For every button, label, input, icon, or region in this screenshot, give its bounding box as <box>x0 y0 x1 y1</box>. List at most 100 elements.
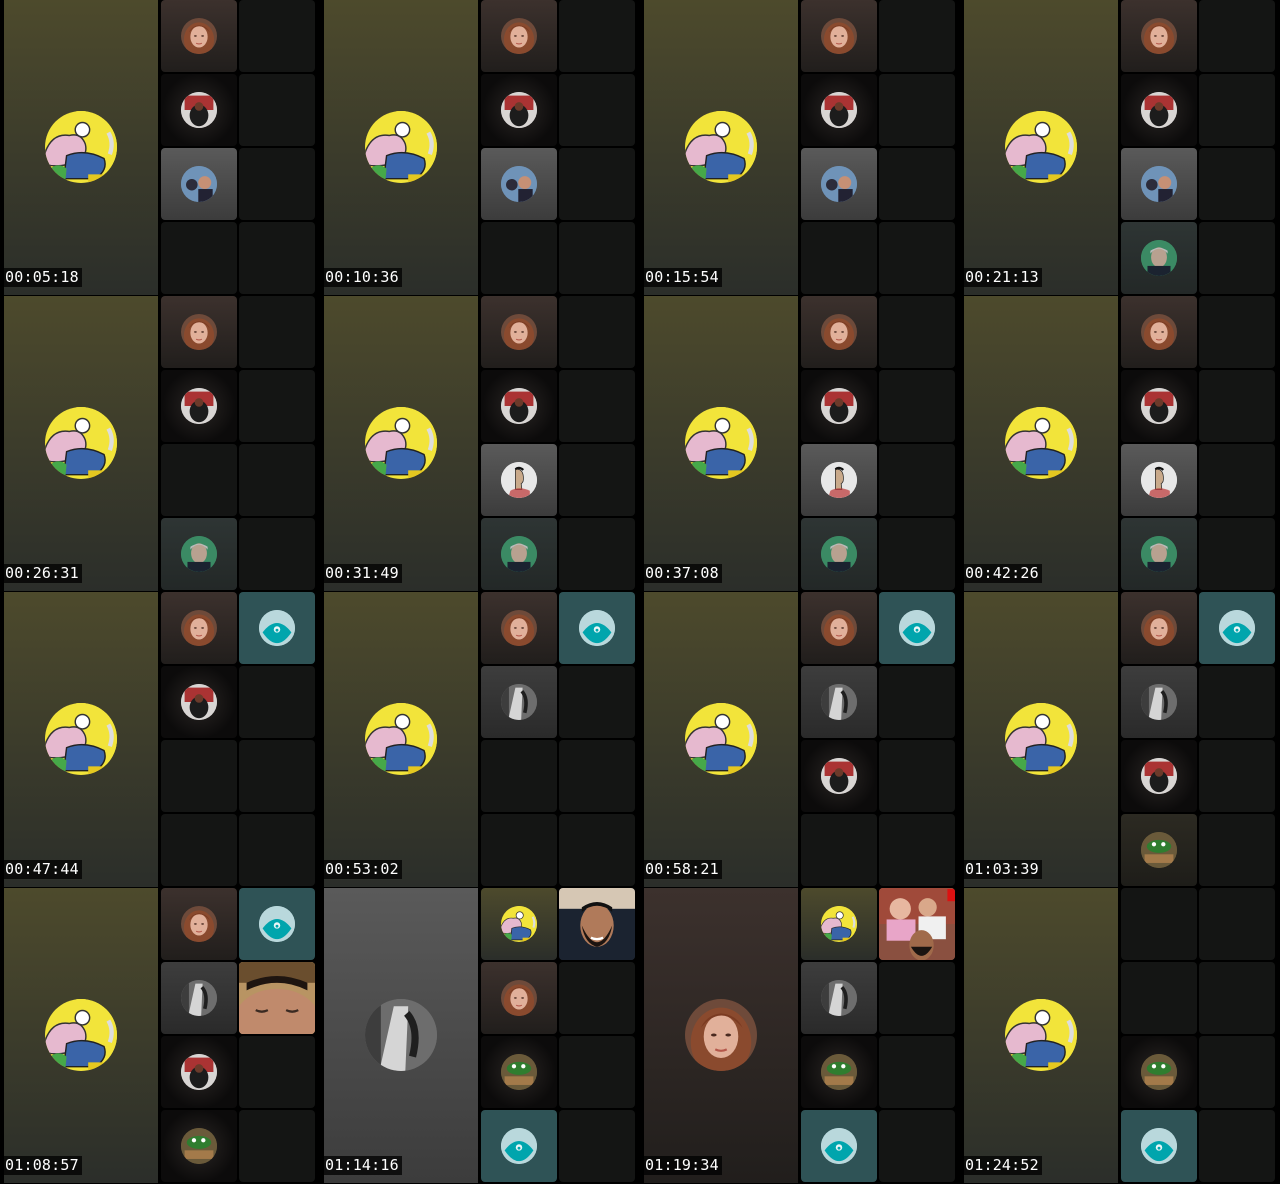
participant-tile[interactable] <box>481 148 557 220</box>
main-speaker-tile[interactable] <box>964 592 1118 887</box>
woman-avatar <box>821 314 857 350</box>
call-frame: 01:08:57 <box>0 888 320 1184</box>
participant-tile[interactable] <box>161 148 237 220</box>
participant-tile[interactable] <box>801 592 877 664</box>
participant-tile[interactable] <box>801 74 877 146</box>
participant-tile[interactable] <box>801 518 877 590</box>
participant-tile[interactable] <box>801 962 877 1034</box>
participant-tile[interactable] <box>239 962 315 1034</box>
participant-tile[interactable] <box>161 518 237 590</box>
participant-tile[interactable] <box>481 296 557 368</box>
participant-tile[interactable] <box>801 1036 877 1108</box>
participant-tile[interactable] <box>1121 740 1197 812</box>
participant-tile[interactable] <box>481 0 557 72</box>
participant-tile[interactable] <box>559 592 635 664</box>
participant-tile[interactable] <box>481 888 557 960</box>
participant-tile[interactable] <box>161 370 237 442</box>
participant-tile[interactable] <box>481 518 557 590</box>
participant-tile[interactable] <box>1121 1036 1197 1108</box>
participant-tile[interactable] <box>161 1110 237 1182</box>
main-speaker-tile[interactable] <box>324 592 478 887</box>
empty-tile <box>559 962 635 1034</box>
participant-tile[interactable] <box>1121 518 1197 590</box>
empty-tile <box>879 1036 955 1108</box>
woman-avatar <box>501 314 537 350</box>
jersey-avatar <box>1141 92 1177 128</box>
participant-tile[interactable] <box>1121 666 1197 738</box>
main-speaker-tile[interactable] <box>644 296 798 591</box>
participant-tile[interactable] <box>239 592 315 664</box>
main-speaker-tile[interactable] <box>644 592 798 887</box>
participant-tile[interactable] <box>1121 0 1197 72</box>
participant-tile[interactable] <box>801 666 877 738</box>
participant-tile[interactable] <box>1121 148 1197 220</box>
main-speaker-tile[interactable] <box>4 592 158 887</box>
bearded-man-video <box>559 888 635 960</box>
participant-tile[interactable] <box>1121 296 1197 368</box>
participant-tile[interactable] <box>481 666 557 738</box>
participant-tile[interactable] <box>481 1110 557 1182</box>
empty-tile <box>559 814 635 886</box>
empty-tile <box>1199 0 1275 72</box>
participant-tile[interactable] <box>161 962 237 1034</box>
participant-tile[interactable] <box>161 0 237 72</box>
main-speaker-tile[interactable] <box>964 296 1118 591</box>
participant-tile[interactable] <box>801 1110 877 1182</box>
participant-tile[interactable] <box>161 888 237 960</box>
participant-tile[interactable] <box>1121 444 1197 516</box>
empty-tile <box>239 666 315 738</box>
main-speaker-tile[interactable] <box>4 296 158 591</box>
timestamp-label: 00:47:44 <box>4 860 82 879</box>
participant-tile[interactable] <box>801 444 877 516</box>
participant-tile[interactable] <box>801 148 877 220</box>
cartoon-avatar <box>685 703 757 775</box>
participant-tile[interactable] <box>481 444 557 516</box>
main-speaker-tile[interactable] <box>324 0 478 295</box>
frog-avatar <box>1141 1054 1177 1090</box>
participant-tile[interactable] <box>1121 370 1197 442</box>
participant-tile[interactable] <box>1121 1110 1197 1182</box>
participant-tile[interactable] <box>481 370 557 442</box>
main-speaker-tile[interactable] <box>324 296 478 591</box>
participant-tile[interactable] <box>801 740 877 812</box>
main-speaker-tile[interactable] <box>324 888 478 1183</box>
participant-tile[interactable] <box>161 592 237 664</box>
participant-tile[interactable] <box>239 888 315 960</box>
participant-tile[interactable] <box>481 1036 557 1108</box>
participant-tile[interactable] <box>879 592 955 664</box>
main-speaker-tile[interactable] <box>4 888 158 1183</box>
participant-tile[interactable] <box>161 1036 237 1108</box>
timestamp-label: 00:58:21 <box>644 860 722 879</box>
main-speaker-tile[interactable] <box>644 888 798 1183</box>
empty-tile <box>1199 1110 1275 1182</box>
empty-tile <box>559 222 635 294</box>
participant-tile[interactable] <box>879 888 955 960</box>
participant-tile[interactable] <box>481 74 557 146</box>
participant-tile[interactable] <box>801 0 877 72</box>
participant-tile[interactable] <box>801 888 877 960</box>
participant-tile[interactable] <box>161 74 237 146</box>
timestamp-label: 00:42:26 <box>964 564 1042 583</box>
jersey-avatar <box>181 1054 217 1090</box>
participant-tile[interactable] <box>1121 222 1197 294</box>
profile-drawing-avatar <box>821 462 857 498</box>
participant-tile[interactable] <box>161 666 237 738</box>
participant-tile[interactable] <box>1121 74 1197 146</box>
participant-tile[interactable] <box>481 592 557 664</box>
main-speaker-tile[interactable] <box>4 0 158 295</box>
participant-tile[interactable] <box>801 370 877 442</box>
participant-tile[interactable] <box>1121 592 1197 664</box>
empty-tile <box>239 1036 315 1108</box>
participant-tile[interactable] <box>1121 814 1197 886</box>
jersey-avatar <box>821 388 857 424</box>
main-speaker-tile[interactable] <box>964 888 1118 1183</box>
participant-tile[interactable] <box>481 962 557 1034</box>
participant-tile[interactable] <box>1199 592 1275 664</box>
call-frame: 01:19:34 <box>640 888 960 1184</box>
main-speaker-tile[interactable] <box>964 0 1118 295</box>
participant-tile[interactable] <box>559 888 635 960</box>
main-speaker-tile[interactable] <box>644 0 798 295</box>
participant-tile[interactable] <box>161 296 237 368</box>
participant-tile[interactable] <box>801 296 877 368</box>
group-video <box>879 888 955 960</box>
